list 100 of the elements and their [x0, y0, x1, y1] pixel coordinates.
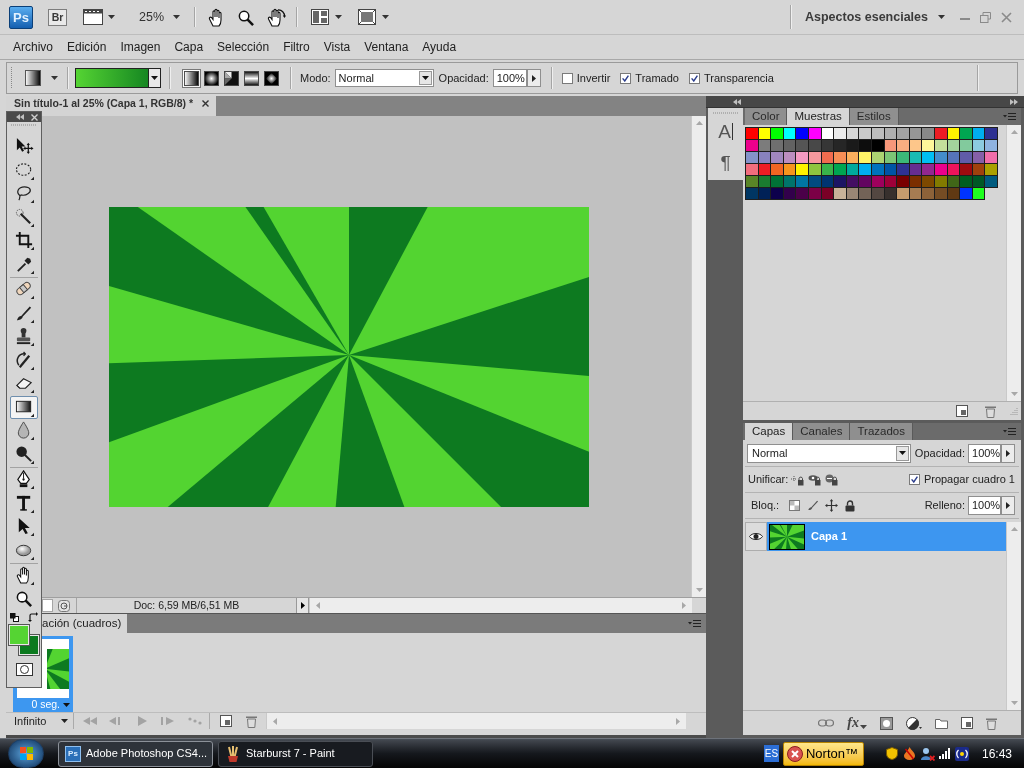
tween-dots-icon[interactable] — [188, 717, 203, 725]
close-icon[interactable] — [31, 113, 38, 121]
swap-arrows-icon[interactable] — [28, 612, 38, 622]
resize-grip-icon[interactable] — [1010, 407, 1018, 415]
new-page-icon[interactable] — [961, 717, 973, 729]
swatch-icon[interactable] — [922, 152, 935, 164]
checkbox[interactable] — [688, 72, 700, 84]
swatch-icon[interactable] — [834, 128, 847, 140]
tray-alert-button[interactable]: Norton™ — [782, 741, 864, 766]
new-page-icon[interactable] — [956, 405, 968, 417]
swatch-icon[interactable] — [897, 140, 910, 152]
zoom-level-dropdown[interactable]: 25% — [139, 7, 181, 27]
visibility-toggle[interactable] — [745, 522, 767, 551]
menu-item[interactable]: Selección — [210, 38, 277, 56]
chain-link-icon[interactable] — [818, 719, 835, 727]
swatch-icon[interactable] — [922, 128, 935, 140]
panel-tab[interactable]: Muestras — [787, 108, 850, 125]
trash-icon[interactable] — [985, 404, 996, 418]
expand-icon[interactable] — [1010, 98, 1018, 105]
document-tab[interactable]: Sin título-1 al 25% (Capa 1, RGB/8) * — [6, 96, 217, 116]
menu-item[interactable]: Archivo — [6, 38, 60, 56]
gradient-type-button[interactable] — [262, 68, 281, 88]
opacity-field[interactable]: 100% — [968, 443, 1001, 463]
panel-menu-icon[interactable] — [1003, 428, 1016, 435]
swatch-icon[interactable] — [960, 128, 973, 140]
foreground-swatch-icon[interactable] — [9, 625, 29, 645]
collapse-icon[interactable] — [16, 114, 24, 120]
swatch-icon[interactable] — [834, 176, 847, 188]
swatch-icon[interactable] — [985, 152, 998, 164]
scrollbar[interactable] — [1006, 522, 1021, 710]
workspace-dropdown[interactable]: Aspectos esenciales — [805, 7, 945, 27]
swatch-icon[interactable] — [985, 164, 998, 176]
swatch-icon[interactable] — [771, 128, 784, 140]
new-page-icon[interactable] — [220, 715, 232, 727]
scrollbar[interactable] — [1006, 125, 1021, 401]
swatch-icon[interactable] — [834, 140, 847, 152]
swatch-icon[interactable] — [897, 164, 910, 176]
shield-icon[interactable] — [885, 747, 898, 760]
clock[interactable]: 16:43 — [981, 744, 1012, 763]
checkbox[interactable] — [620, 72, 632, 84]
dotted-lock-icon[interactable] — [791, 473, 805, 486]
swatch-icon[interactable] — [746, 188, 759, 200]
swatch-icon[interactable] — [771, 164, 784, 176]
swatch-icon[interactable] — [834, 152, 847, 164]
swatch-icon[interactable] — [859, 140, 872, 152]
menu-item[interactable]: Filtro — [276, 38, 317, 56]
swatch-icon[interactable] — [746, 164, 759, 176]
loop-dropdown[interactable]: Infinito — [14, 712, 70, 730]
mask-icon[interactable] — [880, 716, 893, 730]
swatch-icon[interactable] — [897, 176, 910, 188]
swatch-icon[interactable] — [960, 188, 973, 200]
status-menu-button[interactable] — [296, 598, 309, 613]
style-lock-icon[interactable] — [825, 473, 839, 486]
brush-icon[interactable] — [807, 499, 821, 512]
trash-icon[interactable] — [246, 714, 257, 728]
swatch-icon[interactable] — [771, 152, 784, 164]
swatch-icon[interactable] — [897, 188, 910, 200]
panel-menu-icon[interactable] — [688, 620, 701, 627]
swatch-icon[interactable] — [859, 188, 872, 200]
paragraph-panel-button[interactable]: ¶ — [717, 150, 734, 174]
swatch-icon[interactable] — [796, 188, 809, 200]
language-indicator[interactable]: ES — [763, 745, 779, 762]
panel-tab[interactable]: Trazados — [850, 423, 913, 440]
menu-item[interactable]: Capa — [167, 38, 211, 56]
mode-dropdown[interactable]: Normal — [334, 69, 434, 87]
quick-mask-icon[interactable] — [15, 663, 33, 676]
swatch-icon[interactable] — [771, 140, 784, 152]
gradient-type-button[interactable] — [222, 68, 241, 88]
default-colors-icon[interactable] — [10, 612, 19, 622]
rotate-view-icon[interactable] — [266, 7, 287, 27]
swatch-icon[interactable] — [771, 188, 784, 200]
taskbar-button[interactable]: Ps Adobe Photoshop CS4... — [58, 740, 213, 767]
arrange-documents-button[interactable] — [311, 9, 343, 25]
gradient-type-button[interactable] — [182, 68, 201, 88]
swatch-icon[interactable] — [897, 152, 910, 164]
panel-tab[interactable]: Estilos — [849, 108, 899, 125]
checkbox[interactable] — [908, 474, 920, 485]
swatch-icon[interactable] — [746, 140, 759, 152]
scrollbar[interactable] — [266, 713, 686, 729]
swatch-icon[interactable] — [746, 128, 759, 140]
fill-slider-button[interactable] — [1001, 496, 1015, 515]
swatch-icon[interactable] — [960, 176, 973, 188]
swatch-icon[interactable] — [960, 152, 973, 164]
panel-tab[interactable]: Color — [745, 108, 788, 125]
menu-item[interactable]: Vista — [316, 38, 358, 56]
tool-preset-button[interactable] — [25, 70, 58, 86]
swatch-icon[interactable] — [922, 188, 935, 200]
scrollbar[interactable] — [691, 116, 706, 597]
panel-tab[interactable]: Canales — [793, 423, 851, 440]
move-cross-icon[interactable] — [825, 499, 839, 512]
signal-bars-icon[interactable] — [938, 748, 950, 759]
gradient-type-button[interactable] — [202, 68, 221, 88]
swatch-icon[interactable] — [746, 152, 759, 164]
grip-icon[interactable] — [10, 67, 13, 89]
view-extras-button[interactable] — [83, 9, 115, 25]
swatch-icon[interactable] — [985, 176, 998, 188]
swatch-icon[interactable] — [859, 176, 872, 188]
swatch-icon[interactable] — [922, 176, 935, 188]
bridge-button[interactable]: Br — [48, 8, 67, 26]
trash-icon[interactable] — [986, 716, 997, 730]
